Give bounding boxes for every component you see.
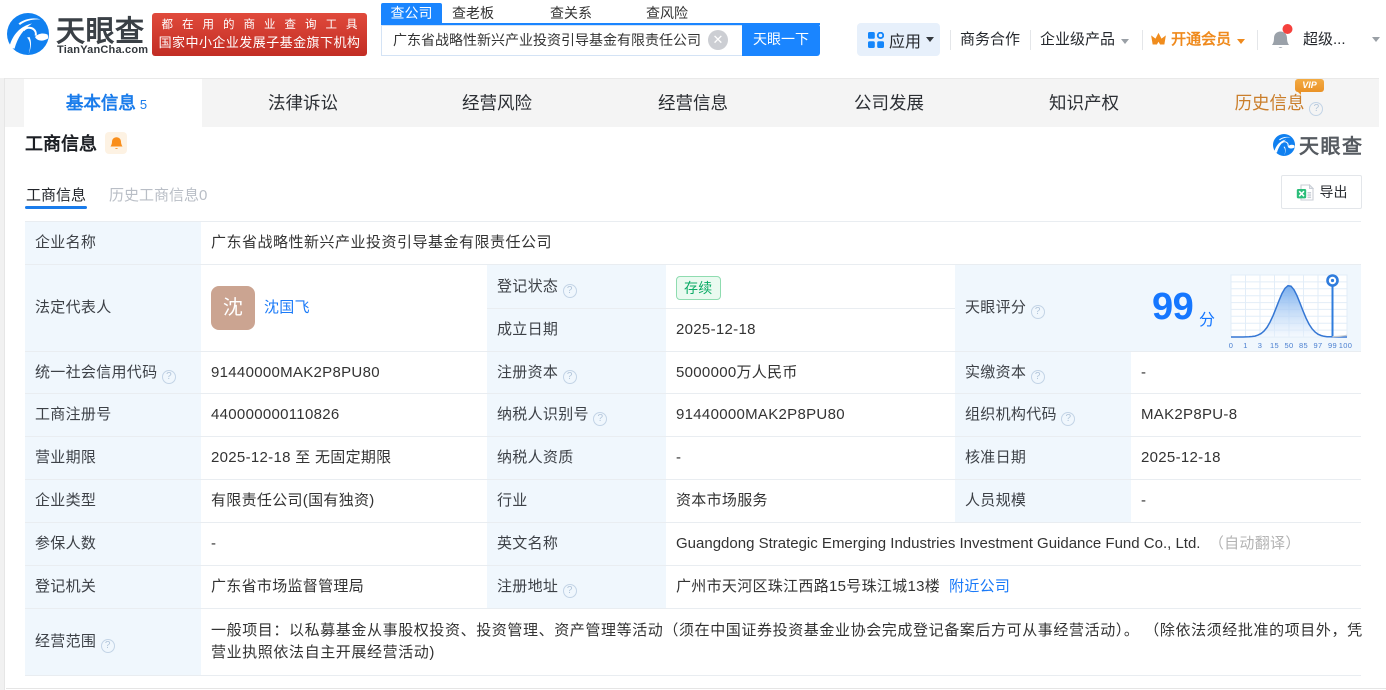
svg-text:15: 15	[1270, 341, 1279, 350]
svg-text:99: 99	[1328, 341, 1337, 350]
svg-text:3: 3	[1258, 341, 1262, 350]
svg-text:97: 97	[1314, 341, 1323, 350]
svg-text:1: 1	[1243, 341, 1247, 350]
svg-text:0: 0	[1229, 341, 1233, 350]
svg-text:85: 85	[1299, 341, 1308, 350]
svg-text:100: 100	[1339, 341, 1352, 350]
svg-text:50: 50	[1285, 341, 1294, 350]
